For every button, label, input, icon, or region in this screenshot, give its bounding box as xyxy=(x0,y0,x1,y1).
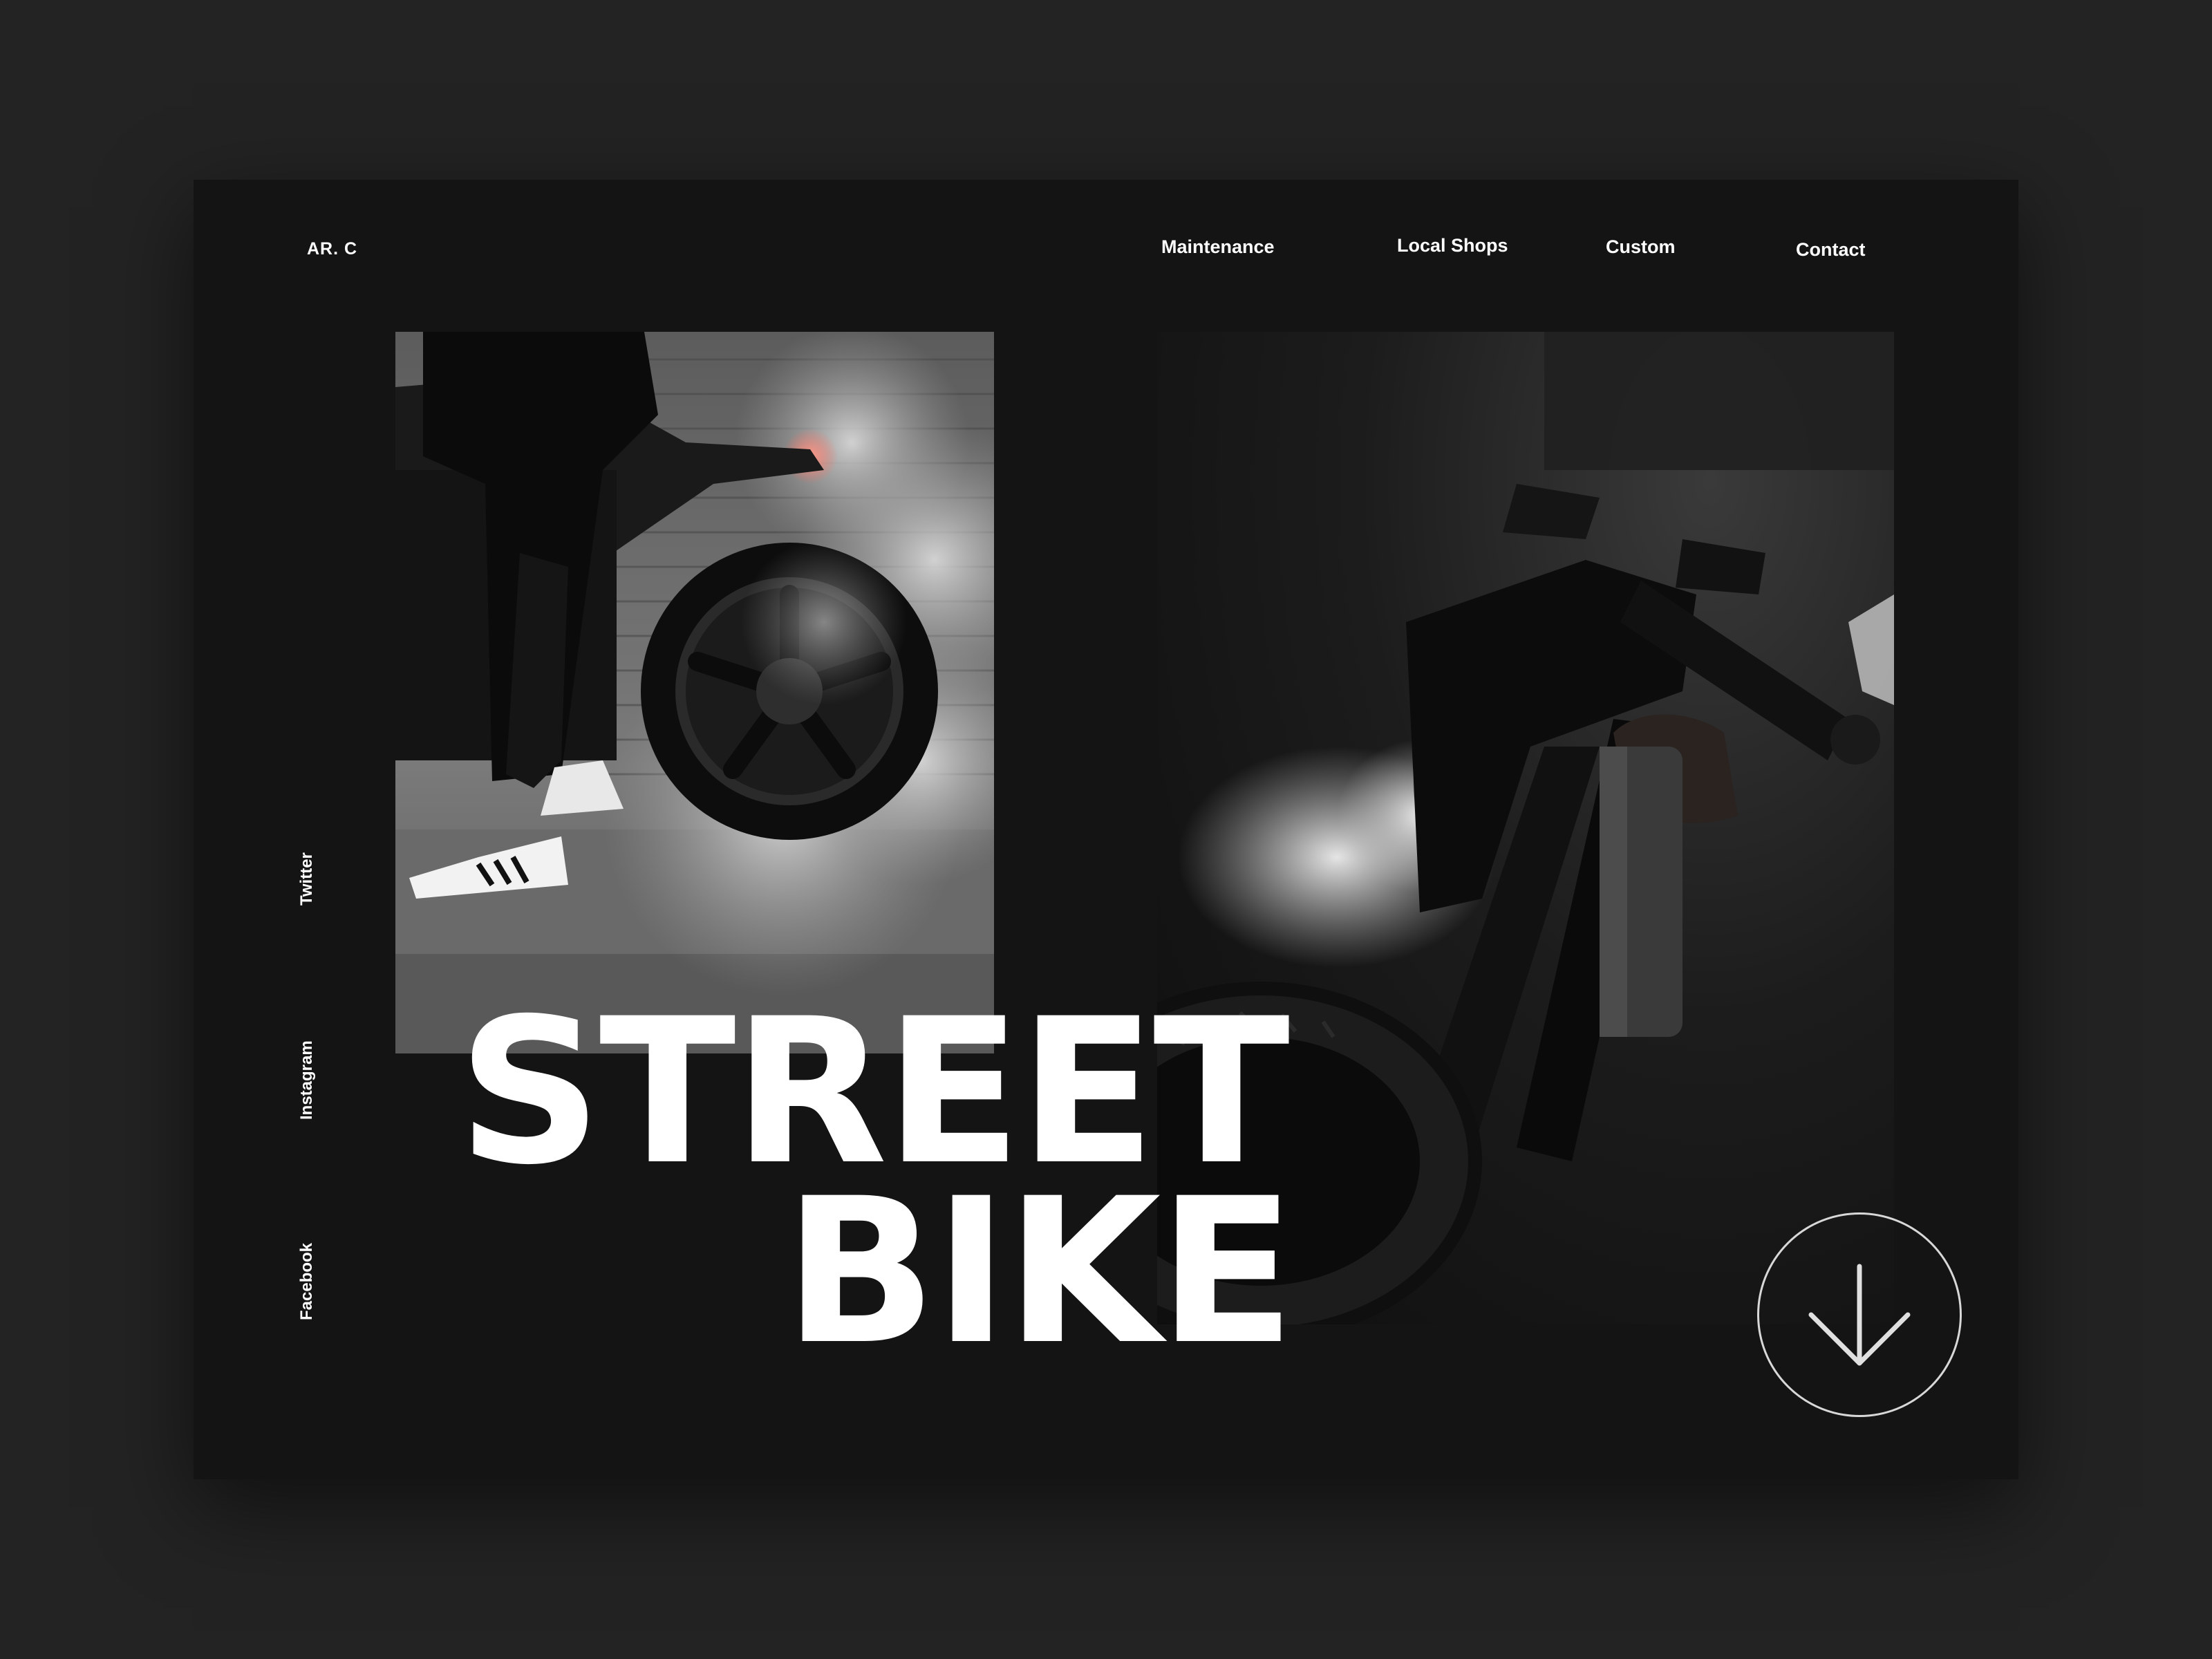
hero-photo-left xyxy=(395,332,994,1053)
scroll-down-button[interactable] xyxy=(1757,1212,1962,1417)
social-link-facebook[interactable]: Facebook xyxy=(297,1243,317,1320)
page-background: AR. C Maintenance Local Shops Custom Con… xyxy=(0,0,2212,1659)
nav-item-contact[interactable]: Contact xyxy=(1796,239,1866,261)
landing-card: AR. C Maintenance Local Shops Custom Con… xyxy=(194,180,2018,1479)
nav-item-local-shops[interactable]: Local Shops xyxy=(1397,235,1508,256)
logo[interactable]: AR. C xyxy=(307,239,357,259)
arrow-down-icon xyxy=(1808,1264,1911,1366)
social-link-instagram[interactable]: Instagram xyxy=(297,1040,317,1120)
social-link-twitter[interactable]: Twitter xyxy=(297,852,317,906)
hero-headline-line2: BIKE xyxy=(784,1156,1295,1389)
burnout-illustration xyxy=(395,332,994,1053)
nav-item-custom[interactable]: Custom xyxy=(1606,236,1676,258)
nav-item-maintenance[interactable]: Maintenance xyxy=(1161,236,1275,258)
